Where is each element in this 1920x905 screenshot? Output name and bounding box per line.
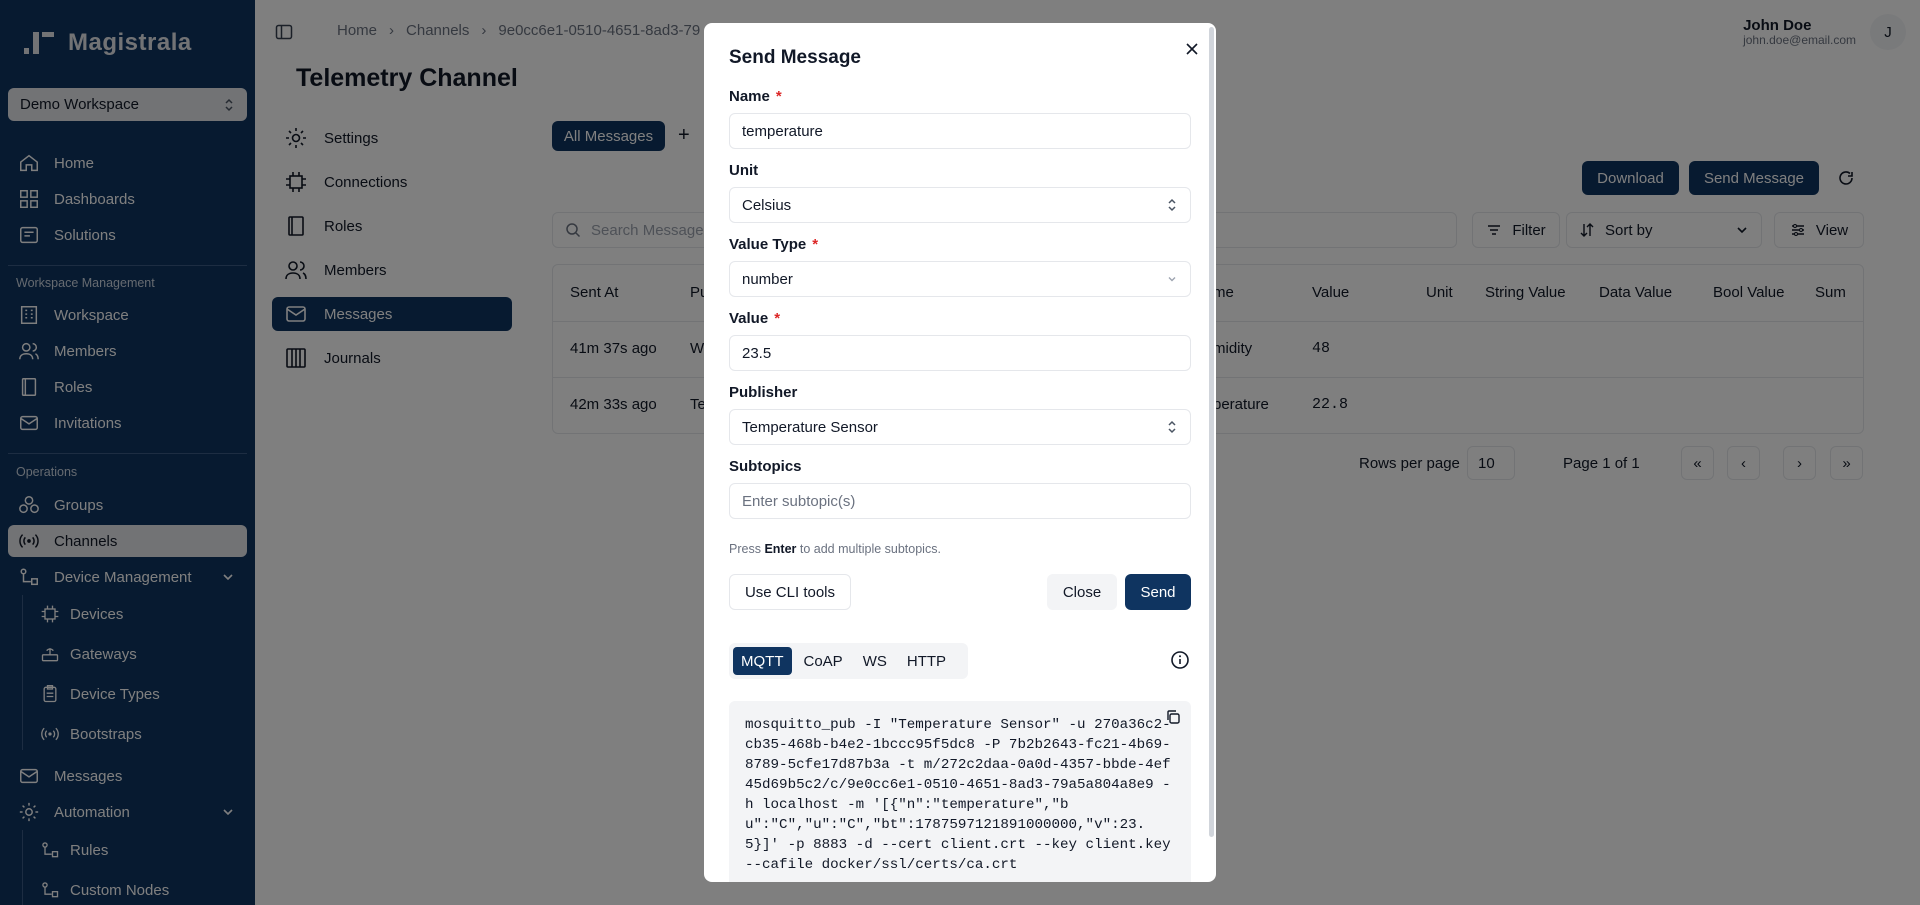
- send-message-dialog: Send Message Name * temperature Unit Cels…: [704, 23, 1216, 882]
- chevron-updown-icon: [1168, 420, 1176, 434]
- value-input-value: 23.5: [742, 344, 772, 362]
- publisher-select[interactable]: Temperature Sensor: [729, 409, 1191, 445]
- required-mark: *: [775, 88, 782, 105]
- value-label: Value *: [729, 310, 780, 327]
- subtopics-input[interactable]: Enter subtopic(s): [729, 483, 1191, 519]
- subtopics-placeholder: Enter subtopic(s): [742, 492, 856, 510]
- dialog-scrollbar[interactable]: [1209, 27, 1214, 837]
- cli-command: mosquitto_pub -I "Temperature Sensor" -u…: [729, 701, 1191, 882]
- tab-ws[interactable]: WS: [855, 647, 895, 675]
- chevron-updown-icon: [1168, 198, 1176, 212]
- dialog-title: Send Message: [729, 47, 861, 68]
- close-button[interactable]: Close: [1047, 574, 1117, 610]
- value-type-label-text: Value Type: [729, 236, 807, 253]
- required-mark: *: [774, 310, 781, 327]
- unit-label: Unit: [729, 162, 759, 179]
- value-label-text: Value: [729, 310, 769, 327]
- subtopics-label: Subtopics: [729, 458, 802, 475]
- tab-mqtt[interactable]: MQTT: [733, 647, 792, 675]
- hint-key: Enter: [764, 542, 797, 556]
- copy-icon[interactable]: [1165, 709, 1181, 725]
- required-mark: *: [812, 236, 819, 253]
- value-type-select-value: number: [742, 270, 793, 288]
- publisher-label: Publisher: [729, 384, 798, 401]
- info-icon[interactable]: [1170, 650, 1190, 670]
- tab-http[interactable]: HTTP: [899, 647, 954, 675]
- use-cli-tools-button[interactable]: Use CLI tools: [729, 574, 851, 610]
- name-label-text: Name: [729, 88, 770, 105]
- protocol-tabs: MQTT CoAP WS HTTP: [729, 643, 968, 679]
- publisher-select-value: Temperature Sensor: [742, 418, 878, 436]
- value-type-label: Value Type *: [729, 236, 818, 253]
- hint-pre: Press: [729, 542, 761, 556]
- unit-select-value: Celsius: [742, 196, 792, 214]
- value-type-select[interactable]: number: [729, 261, 1191, 297]
- close-icon[interactable]: [1182, 39, 1202, 59]
- send-button[interactable]: Send: [1125, 574, 1191, 610]
- unit-select[interactable]: Celsius: [729, 187, 1191, 223]
- name-label: Name *: [729, 88, 782, 105]
- name-input[interactable]: temperature: [729, 113, 1191, 149]
- chevron-down-icon: [1168, 277, 1176, 282]
- value-input[interactable]: 23.5: [729, 335, 1191, 371]
- tab-coap[interactable]: CoAP: [796, 647, 851, 675]
- name-input-value: temperature: [742, 122, 823, 140]
- subtopics-hint: Press Enter to add multiple subtopics.: [729, 542, 941, 556]
- hint-post: to add multiple subtopics.: [799, 542, 941, 556]
